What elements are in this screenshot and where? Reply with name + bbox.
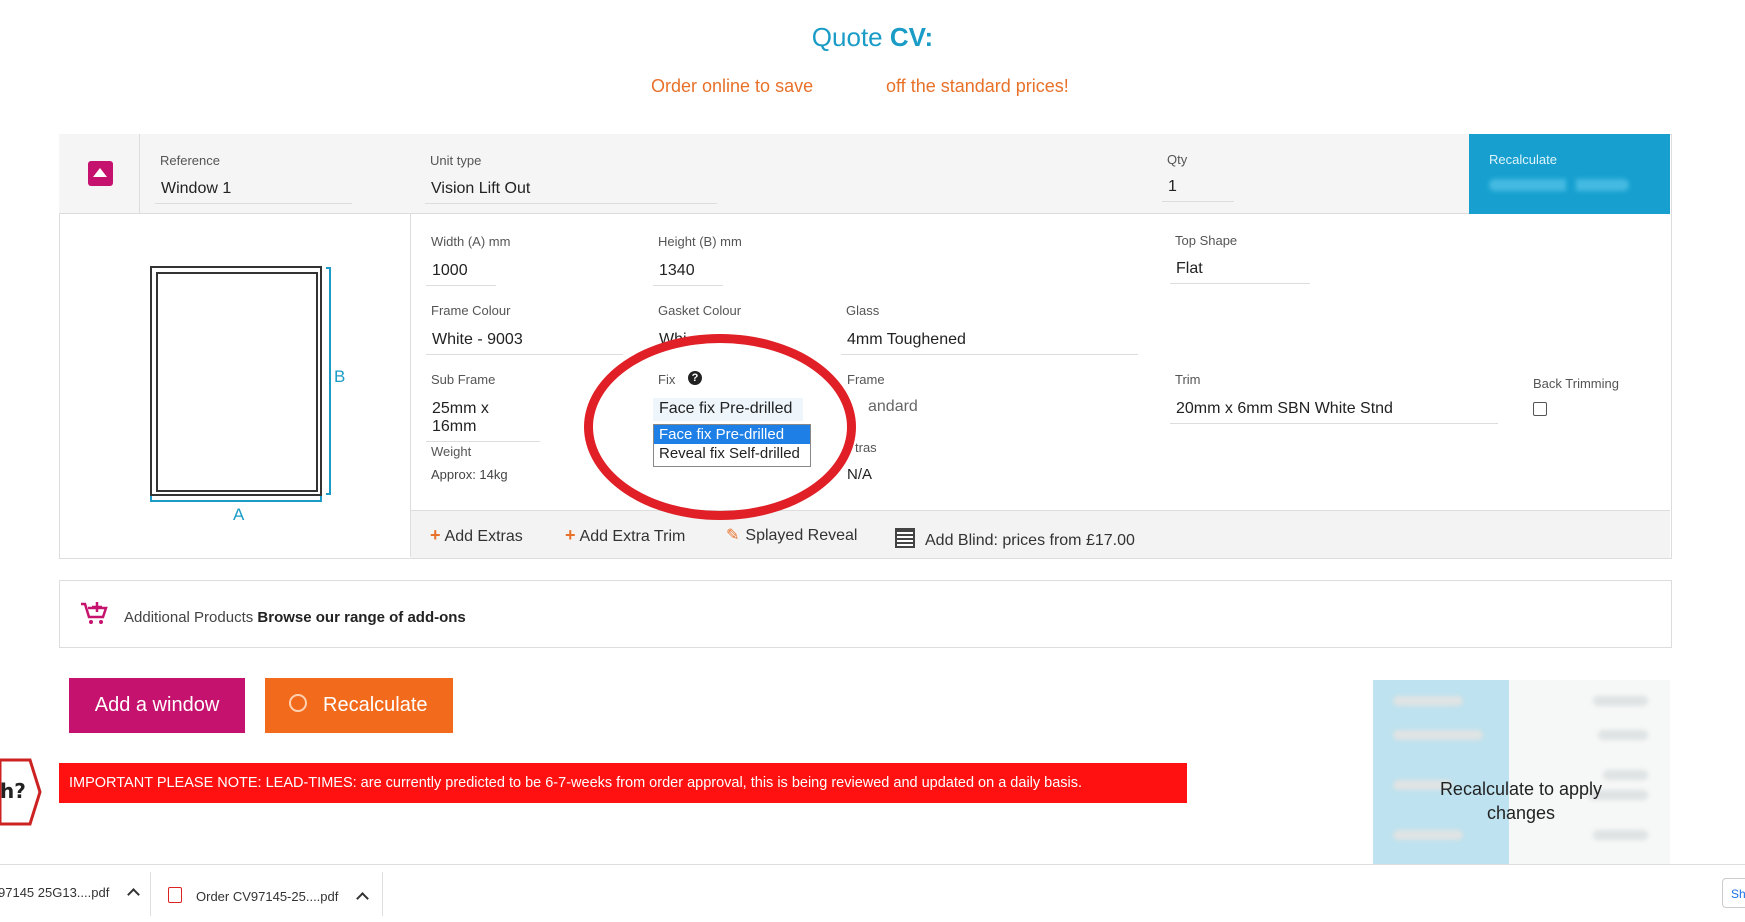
frame-select[interactable]: andard	[868, 398, 918, 416]
svg-text:h?: h?	[0, 779, 26, 803]
plus-icon: +	[430, 525, 441, 545]
width-label: Width (A) mm	[431, 234, 511, 249]
glass-label: Glass	[846, 303, 880, 318]
weight-value: Approx: 14kg	[431, 467, 508, 482]
dimension-a-label: A	[233, 505, 245, 524]
edit-icon: ✎	[726, 527, 740, 544]
refresh-icon	[289, 694, 307, 712]
reference-label: Reference	[160, 153, 220, 168]
back-trimming-label: Back Trimming	[1533, 376, 1619, 391]
promo-text-left: Order online to save	[651, 76, 814, 96]
height-dimension-line	[326, 267, 331, 495]
back-trimming-checkbox[interactable]	[1533, 402, 1547, 416]
quote-title-prefix: Quote	[811, 22, 883, 52]
pdf-icon	[168, 887, 182, 903]
sub-frame-label: Sub Frame	[431, 372, 496, 387]
extras-label: tras	[855, 440, 877, 455]
download-separator	[382, 872, 383, 916]
order-summary-panel	[1373, 680, 1670, 866]
width-input[interactable]: 1000	[426, 260, 496, 286]
download-item-1[interactable]: 97145 25G13....pdf	[0, 885, 141, 901]
top-shape-select[interactable]: Flat	[1170, 258, 1310, 284]
frame-label: Frame	[847, 372, 885, 387]
extras-value: N/A	[847, 466, 873, 483]
cart-add-icon	[81, 602, 108, 624]
splayed-reveal-label: Splayed Reveal	[745, 527, 858, 544]
add-blind-link[interactable]: Add Blind: prices from £17.00	[895, 525, 1135, 550]
promo-text-right: off the standard prices!	[886, 76, 1069, 96]
recalculate-button-label: Recalculate	[323, 694, 428, 716]
reference-input[interactable]: Window 1	[155, 178, 352, 204]
trust-badge-icon: h?	[0, 758, 42, 826]
glass-select[interactable]: 4mm Toughened	[841, 329, 1138, 355]
add-blind-label: Add Blind: prices from £17.00	[925, 532, 1135, 549]
download-item-1-name: 97145 25G13....pdf	[0, 885, 110, 900]
recalculate-price-panel[interactable]: Recalculate	[1469, 134, 1670, 214]
browse-addons-link[interactable]: Browse our range of add-ons	[257, 609, 465, 626]
additional-products-label: Additional Products	[124, 609, 254, 626]
recalculate-panel-label: Recalculate	[1489, 152, 1557, 167]
sub-frame-select[interactable]: 25mm x 16mm	[426, 398, 540, 442]
add-extras-link[interactable]: + Add Extras	[430, 525, 523, 546]
qty-input[interactable]: 1	[1162, 176, 1234, 202]
annotation-circle	[584, 334, 856, 520]
qty-label: Qty	[1167, 152, 1188, 167]
download-item-2[interactable]: Order CV97145-25....pdf	[168, 885, 370, 905]
weight-label: Weight	[431, 444, 472, 459]
height-input[interactable]: 1340	[653, 260, 723, 286]
blurred-price	[1489, 179, 1629, 191]
dimension-b-label: B	[334, 367, 346, 386]
frame-colour-label: Frame Colour	[431, 303, 511, 318]
recalculate-message: Recalculate to apply changes	[1439, 779, 1603, 823]
additional-products-text: Additional Products Browse our range of …	[124, 609, 466, 626]
add-extras-label: Add Extras	[444, 528, 523, 545]
lead-time-notice: IMPORTANT PLEASE NOTE: LEAD-TIMES: are c…	[59, 763, 1187, 803]
download-item-2-name: Order CV97145-25....pdf	[196, 889, 339, 904]
chevron-up-icon[interactable]	[127, 888, 141, 901]
download-separator	[150, 872, 151, 916]
chevron-up-icon[interactable]	[356, 892, 370, 905]
top-shape-label: Top Shape	[1175, 233, 1238, 248]
quote-code: CV:	[889, 22, 934, 52]
height-label: Height (B) mm	[658, 234, 742, 249]
show-all-downloads-button[interactable]: Sh	[1722, 878, 1745, 908]
trim-label: Trim	[1175, 372, 1201, 387]
add-extra-trim-label: Add Extra Trim	[579, 528, 686, 545]
width-dimension-line	[150, 496, 322, 502]
splayed-reveal-link[interactable]: ✎ Splayed Reveal	[726, 525, 857, 545]
unit-type-select[interactable]: Vision Lift Out	[425, 178, 717, 204]
trim-select[interactable]: 20mm x 6mm SBN White Stnd	[1170, 398, 1498, 424]
quote-title: Quote CV:	[0, 22, 1745, 53]
window-frame-inner	[156, 272, 318, 492]
unit-type-label: Unit type	[430, 153, 482, 168]
add-extra-trim-link[interactable]: + Add Extra Trim	[565, 525, 685, 546]
collapse-toggle-button[interactable]	[88, 161, 113, 186]
plus-icon: +	[565, 525, 576, 545]
gasket-colour-label: Gasket Colour	[658, 303, 742, 318]
frame-colour-select[interactable]: White - 9003	[426, 329, 623, 355]
recalculate-button[interactable]: Recalculate	[265, 678, 453, 733]
blind-icon	[895, 528, 915, 548]
add-window-button[interactable]: Add a window	[69, 678, 245, 733]
